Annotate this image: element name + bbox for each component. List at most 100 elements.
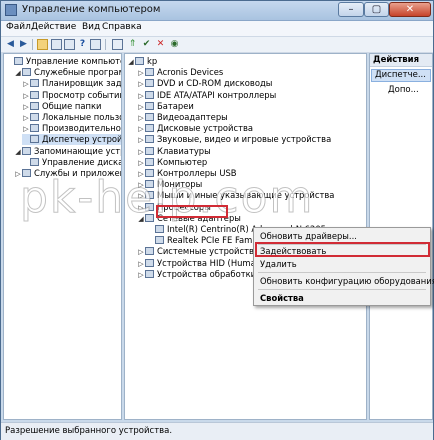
device-tree-label: Acronis Devices xyxy=(157,67,224,78)
device-tree-item[interactable]: ▷ Батареи xyxy=(137,101,194,112)
enable-device-icon[interactable]: ✔ xyxy=(141,39,152,50)
device-category-icon xyxy=(30,124,39,133)
help-icon[interactable]: ? xyxy=(77,39,88,50)
context-scan-hardware[interactable]: Обновить конфигурацию оборудования xyxy=(260,275,434,287)
enable-green-icon[interactable]: ◉ xyxy=(169,39,180,50)
app-window: Управление компьютером – ▢ ✕ Файл Действ… xyxy=(0,0,434,440)
update-driver-icon[interactable]: ⇑ xyxy=(127,39,138,50)
device-tree-label: Системные устройства xyxy=(157,246,260,257)
console-tree-icon[interactable] xyxy=(51,39,62,50)
device-tree-label: Контроллеры USB xyxy=(157,168,237,178)
device-tree-label: IDE ATA/ATAPI контроллеры xyxy=(157,89,277,100)
device-tree-item[interactable]: ▷ DVD и CD-ROM дисководы xyxy=(137,78,272,89)
console-tree-item[interactable]: ▷ Службы и приложения xyxy=(14,168,121,180)
status-text: Разрешение выбранного устройства. xyxy=(5,426,173,436)
device-tree-item[interactable]: ◢ kp xyxy=(127,56,157,67)
context-delete[interactable]: Удалить xyxy=(260,258,297,270)
menu-file[interactable]: Файл xyxy=(6,22,31,32)
device-tree-label: Батареи xyxy=(157,100,194,111)
title-bar[interactable]: Управление компьютером – ▢ ✕ xyxy=(1,1,433,21)
console-tree-label: Службы и приложения xyxy=(34,168,121,178)
device-tree-item[interactable]: ▷ Дисковые устройства xyxy=(137,123,253,134)
console-tree-item[interactable]: ▷Планировщик заданий xyxy=(22,78,122,89)
window-title: Управление компьютером xyxy=(22,4,161,15)
device-category-icon xyxy=(30,113,39,121)
show-pane-icon[interactable] xyxy=(90,39,101,50)
console-tree-label: Управление дисками xyxy=(42,156,121,167)
device-category-icon xyxy=(145,258,154,267)
highlight-network-adapters xyxy=(156,205,228,218)
console-tree-item[interactable]: Диспетчер устройств xyxy=(22,134,121,146)
console-tree-label: Просмотр событий xyxy=(42,89,122,100)
actions-more[interactable]: Допо... xyxy=(388,85,419,95)
console-tree-item[interactable]: ◢ Запоминающие устройст xyxy=(14,146,121,158)
device-tree-label: Realtek PCIe FE Fam xyxy=(167,235,253,246)
device-tree-item[interactable]: ▷ Устройства обработки xyxy=(137,269,256,280)
device-category-icon xyxy=(145,124,154,133)
maximize-button[interactable]: ▢ xyxy=(364,2,389,17)
context-update-drivers[interactable]: Обновить драйверы... xyxy=(260,230,357,242)
scan-hardware-icon[interactable] xyxy=(112,39,123,50)
console-tree-item[interactable]: Управление дисками xyxy=(22,156,121,168)
menu-action[interactable]: Действие xyxy=(31,22,76,32)
console-tree-item[interactable]: ▷ Общие папки xyxy=(22,100,102,112)
context-properties[interactable]: Свойства xyxy=(260,292,304,304)
device-category-icon xyxy=(22,68,31,77)
toolbar: ◀ ▶ ? ⇑ ✔ ✕ ◉ xyxy=(1,37,433,53)
context-menu: Обновить драйверы... Задействовать Удали… xyxy=(253,227,434,306)
device-tree-label: Компьютер xyxy=(157,156,208,167)
tree-expander-icon[interactable]: ◢ xyxy=(14,68,22,79)
device-tree-item[interactable]: ▷ Звуковые, видео и игровые устройства xyxy=(137,134,331,145)
folder-up-icon[interactable] xyxy=(37,39,48,50)
computer-management-icon xyxy=(5,4,17,16)
device-category-icon xyxy=(30,101,39,110)
device-tree-item[interactable]: ▷ Acronis Devices xyxy=(137,67,223,78)
console-tree-label: Управление компьютером (л xyxy=(26,56,121,66)
back-icon[interactable]: ◀ xyxy=(5,39,16,50)
device-tree-item[interactable]: ▷ Устройства HID (Human xyxy=(137,258,261,269)
console-tree-item[interactable]: ▷Локальные пользовате xyxy=(22,112,121,123)
device-tree-label: Звуковые, видео и игровые устройства xyxy=(157,134,332,145)
device-tree-item[interactable]: ▷ IDE ATA/ATAPI контроллеры xyxy=(137,90,276,101)
device-tree-item[interactable]: ▷ Контроллеры USB xyxy=(137,168,237,179)
device-category-icon xyxy=(145,79,154,88)
tree-expander-icon[interactable]: ◢ xyxy=(137,214,145,225)
uninstall-icon[interactable]: ✕ xyxy=(155,39,166,50)
device-tree-label: Видеоадаптеры xyxy=(157,112,228,122)
menu-bar: Файл Действие Вид Справка xyxy=(1,21,433,37)
tree-expander-icon[interactable]: ◢ xyxy=(14,147,22,158)
device-tree-item[interactable]: Realtek PCIe FE Fam xyxy=(147,235,252,246)
console-tree-item[interactable]: ◢ Служебные программы xyxy=(14,67,121,79)
device-tree-item[interactable]: ▷ Системные устройства xyxy=(137,246,259,257)
device-category-icon xyxy=(135,57,144,65)
console-tree-label: Планировщик заданий xyxy=(42,78,122,89)
device-category-icon xyxy=(145,169,154,177)
device-category-icon xyxy=(145,146,154,155)
console-tree-item[interactable]: Управление компьютером (л xyxy=(6,56,121,67)
tree-expander-icon[interactable]: ◢ xyxy=(127,57,135,68)
console-tree-label: Локальные пользовате xyxy=(42,112,121,122)
tree-expander-icon[interactable]: ▷ xyxy=(14,169,22,180)
properties-icon[interactable] xyxy=(64,39,75,50)
device-category-icon xyxy=(145,202,154,211)
close-button[interactable]: ✕ xyxy=(389,2,431,17)
device-tree-item[interactable]: ▷ Мониторы xyxy=(137,179,202,190)
device-category-icon xyxy=(145,68,154,77)
tree-expander-icon[interactable]: ▷ xyxy=(137,270,145,281)
menu-view[interactable]: Вид xyxy=(82,22,100,32)
device-tree-item[interactable]: ▷ Компьютер xyxy=(137,157,207,168)
minimize-button[interactable]: – xyxy=(338,2,364,17)
device-tree-item[interactable]: ▷ Мыши и иные указывающие устройства xyxy=(137,190,334,201)
console-tree-label: Производительность xyxy=(42,123,121,134)
device-tree-item[interactable]: ▷ Видеоадаптеры xyxy=(137,112,228,123)
console-tree-item[interactable]: ▷ Просмотр событий xyxy=(22,89,122,101)
menu-help[interactable]: Справка xyxy=(102,22,142,32)
device-category-icon xyxy=(145,90,154,99)
console-tree-label: Общие папки xyxy=(42,100,102,111)
console-tree-label: Служебные программы xyxy=(34,67,121,78)
forward-icon[interactable]: ▶ xyxy=(18,39,29,50)
actions-device-manager[interactable]: Диспетче... xyxy=(371,69,431,82)
console-tree-item[interactable]: ▷Производительность xyxy=(22,123,121,134)
device-category-icon xyxy=(145,180,154,189)
device-tree-item[interactable]: ▷ Клавиатуры xyxy=(137,146,210,157)
